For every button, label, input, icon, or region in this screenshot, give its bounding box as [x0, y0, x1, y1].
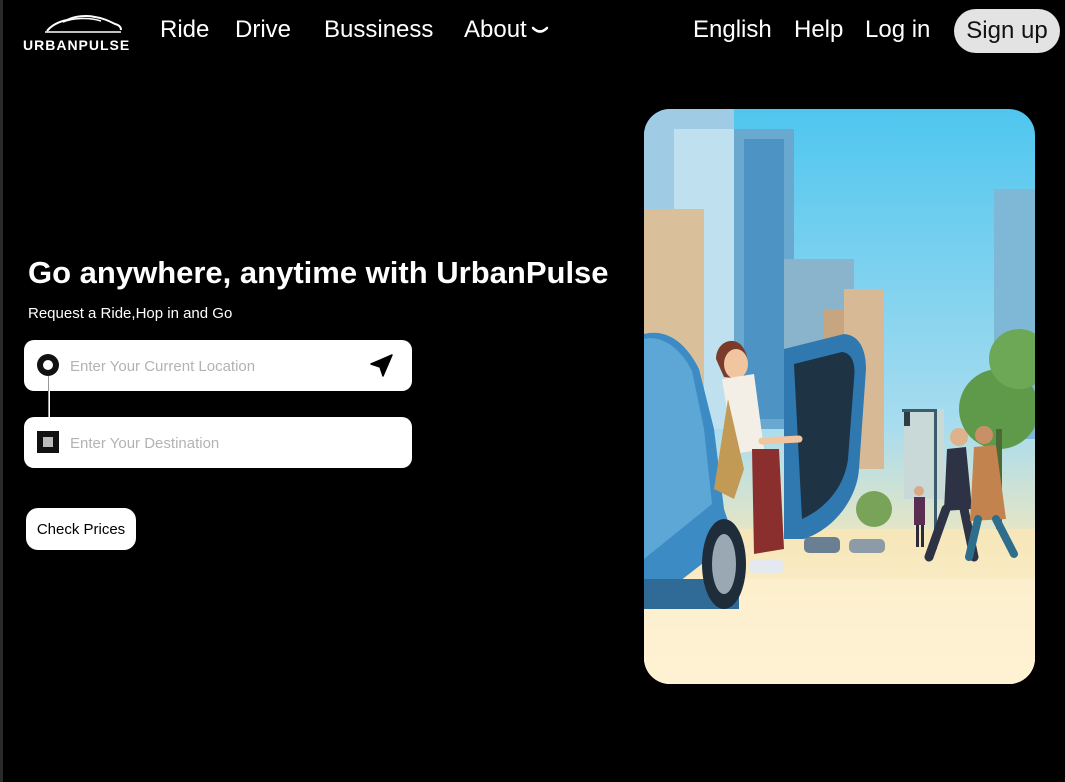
nav-business[interactable]: Bussiness [324, 16, 433, 44]
hero-illustration [644, 109, 1035, 684]
signup-button[interactable]: Sign up [954, 9, 1060, 53]
hero-title: Go anywhere, anytime with UrbanPulse [28, 255, 609, 290]
pickup-field [24, 340, 412, 393]
nav-about[interactable]: About [464, 16, 549, 44]
chevron-down-icon [531, 16, 549, 44]
location-pin-icon [37, 354, 59, 376]
navigation-arrow-icon[interactable] [368, 353, 394, 379]
check-prices-button[interactable]: Check Prices [26, 508, 136, 550]
brand-logo[interactable]: URBANPULSE [21, 12, 147, 56]
destination-field [24, 417, 412, 470]
nav-about-label: About [464, 16, 527, 43]
nav-language[interactable]: English [693, 16, 772, 44]
pickup-input[interactable] [68, 340, 352, 393]
nav-help[interactable]: Help [794, 16, 843, 44]
car-logo-icon [45, 15, 122, 33]
destination-square-icon [37, 431, 59, 453]
destination-input[interactable] [68, 417, 352, 470]
nav-login[interactable]: Log in [865, 16, 930, 44]
brand-name: URBANPULSE [23, 37, 131, 53]
nav-drive[interactable]: Drive [235, 16, 291, 44]
hero-subtitle: Request a Ride,Hop in and Go [28, 305, 233, 322]
nav-ride[interactable]: Ride [160, 16, 209, 44]
